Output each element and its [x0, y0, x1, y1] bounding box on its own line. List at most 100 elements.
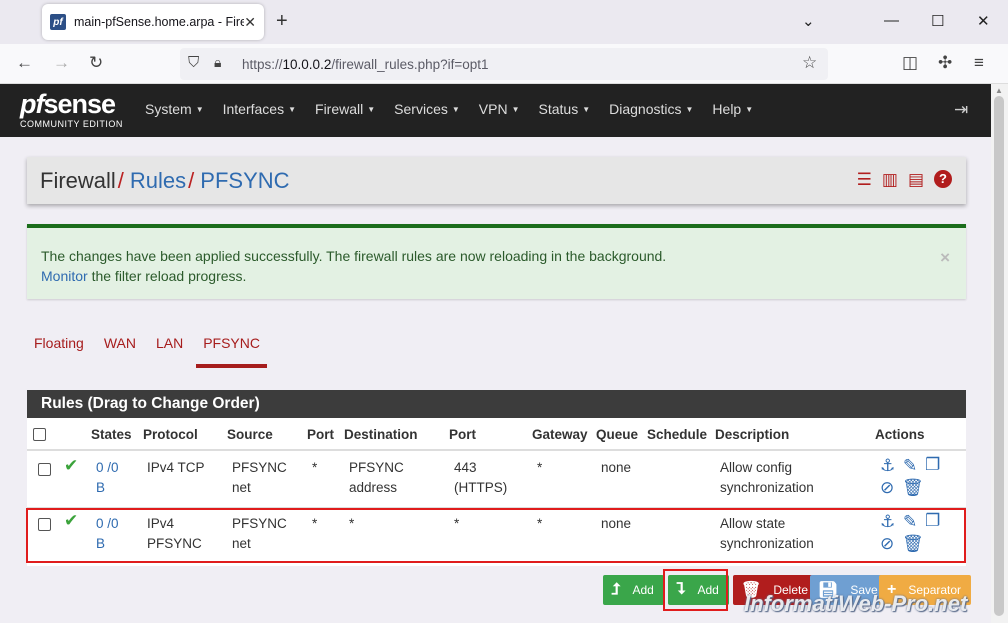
lock-icon[interactable]: 🔒︎	[214, 54, 221, 71]
scrollbar-thumb[interactable]	[994, 96, 1004, 616]
logout-icon[interactable]: ⇥	[954, 100, 968, 120]
menu-system[interactable]: System ▼	[145, 101, 204, 117]
states-link[interactable]: 0 /0 B	[96, 458, 119, 498]
scroll-up-icon[interactable]: ▲	[995, 86, 1003, 95]
close-window-icon[interactable]: ✕	[977, 12, 990, 30]
minimize-icon[interactable]: —	[884, 12, 899, 29]
add-button-highlight-box	[663, 569, 728, 611]
source-port-cell: *	[312, 516, 318, 531]
col-source-port[interactable]: Port	[307, 427, 334, 442]
select-all-checkbox[interactable]	[33, 428, 46, 441]
menu-help[interactable]: Help ▼	[712, 101, 753, 117]
interface-tabs: Floating WAN LAN PFSYNC	[27, 331, 273, 368]
protocol-cell: IPv4 PFSYNC	[147, 516, 202, 551]
breadcrumb-firewall: Firewall	[40, 168, 116, 193]
col-states[interactable]: States	[91, 427, 132, 442]
pfsense-favicon-icon: pf	[50, 14, 66, 30]
source-cell: PFSYNC net	[232, 516, 287, 551]
gateway-cell: *	[537, 516, 543, 531]
reload-icon[interactable]: ↻	[89, 53, 103, 73]
copy-icon[interactable]: ❐	[925, 455, 940, 475]
tab-wan[interactable]: WAN	[97, 331, 143, 368]
queue-cell: none	[601, 516, 632, 531]
menu-interfaces[interactable]: Interfaces ▼	[223, 101, 296, 117]
table-row[interactable]: ✔ 0 /0 B IPv4 TCP PFSYNC net * PFSYNC addre…	[27, 450, 966, 505]
extensions-icon[interactable]: ✣	[938, 53, 952, 73]
delete-trash-icon[interactable]: 🗑︎	[902, 478, 924, 498]
dest-port-cell: 443 (HTTPS)	[454, 460, 508, 495]
source-port-cell: *	[312, 460, 318, 475]
edit-pencil-icon[interactable]: ✎	[903, 456, 917, 476]
pocket-icon[interactable]: ◫	[902, 53, 918, 73]
row-checkbox[interactable]	[38, 463, 51, 476]
pfsense-navbar: pfsense COMMUNITY EDITION System ▼ Interf…	[0, 84, 1008, 137]
alert-text-2: the filter reload progress.	[87, 268, 247, 284]
menu-diagnostics[interactable]: Diagnostics ▼	[609, 101, 693, 117]
col-dest-port[interactable]: Port	[449, 427, 476, 442]
breadcrumb: Firewall/Rules/PFSYNC	[40, 168, 290, 193]
gateway-cell: *	[537, 460, 543, 475]
states-link[interactable]: 0 /0 B	[96, 514, 119, 554]
menu-status[interactable]: Status ▼	[539, 101, 591, 117]
tab-floating[interactable]: Floating	[27, 331, 91, 368]
tab-lan[interactable]: LAN	[149, 331, 190, 368]
col-queue[interactable]: Queue	[596, 427, 638, 442]
col-schedule[interactable]: Schedule	[647, 427, 707, 442]
pfsense-logo[interactable]: pfsense COMMUNITY EDITION	[20, 90, 123, 129]
maximize-icon[interactable]: ☐	[931, 12, 944, 30]
breadcrumb-panel: Firewall/Rules/PFSYNC ☰ ▥ ▤ ?	[27, 157, 966, 204]
menu-firewall[interactable]: Firewall ▼	[315, 101, 375, 117]
sliders-icon[interactable]: ☰	[857, 170, 872, 190]
delete-trash-icon[interactable]: 🗑︎	[902, 534, 924, 554]
list-alt-icon[interactable]: ▤	[908, 170, 924, 190]
breadcrumb-rules[interactable]: Rules	[130, 168, 186, 193]
row-checkbox[interactable]	[38, 518, 51, 531]
close-icon[interactable]: ×	[940, 248, 950, 268]
disable-icon[interactable]: ⊘	[880, 534, 894, 554]
anchor-icon[interactable]: ⚓	[880, 456, 895, 476]
queue-cell: none	[601, 460, 632, 475]
disable-icon[interactable]: ⊘	[880, 478, 894, 498]
description-cell: Allow state synchronization	[720, 516, 814, 551]
shield-icon[interactable]: ⛉	[188, 54, 199, 71]
main-menu: System ▼ Interfaces ▼ Firewall ▼ Services ▼ …	[145, 101, 772, 117]
close-tab-icon[interactable]: ✕	[244, 14, 256, 31]
browser-titlebar: pf main-pfSense.home.arpa - Fire ✕ + ⌄ —…	[0, 0, 1008, 44]
tab-title: main-pfSense.home.arpa - Fire	[74, 15, 244, 29]
help-icon[interactable]: ?	[934, 170, 952, 188]
back-icon[interactable]: ←	[16, 53, 33, 73]
success-alert: The changes have been applied successful…	[27, 224, 966, 299]
url-bar[interactable]: ⛉ 🔒︎ https://10.0.0.2/firewall_rules.php…	[180, 48, 828, 80]
add-top-button[interactable]: ⮥ Add	[603, 575, 664, 605]
anchor-icon[interactable]: ⚓	[880, 512, 895, 532]
pass-check-icon: ✔	[64, 511, 79, 530]
source-cell: PFSYNC net	[232, 460, 287, 495]
tab-pfsync[interactable]: PFSYNC	[196, 331, 267, 368]
description-cell: Allow config synchronization	[720, 460, 814, 495]
col-protocol[interactable]: Protocol	[143, 427, 198, 442]
col-source[interactable]: Source	[227, 427, 273, 442]
arrow-up-icon: ⮥	[611, 581, 621, 598]
monitor-link[interactable]: Monitor	[41, 268, 88, 284]
bar-chart-icon[interactable]: ▥	[882, 170, 898, 190]
forward-icon[interactable]: →	[53, 53, 70, 73]
edit-pencil-icon[interactable]: ✎	[903, 512, 917, 532]
bookmark-star-icon[interactable]: ☆	[802, 53, 817, 73]
new-tab-icon[interactable]: +	[276, 10, 288, 33]
copy-icon[interactable]: ❐	[925, 511, 940, 531]
tab-list-icon[interactable]: ⌄	[802, 12, 815, 30]
dest-port-cell: *	[454, 516, 460, 531]
protocol-cell: IPv4 TCP	[147, 460, 205, 475]
browser-navbar: ← → ↻ ⛉ 🔒︎ https://10.0.0.2/firewall_rul…	[0, 44, 1008, 84]
col-destination[interactable]: Destination	[344, 427, 418, 442]
breadcrumb-pfsync[interactable]: PFSYNC	[200, 168, 289, 193]
menu-icon[interactable]: ≡	[974, 53, 984, 73]
browser-tab[interactable]: pf main-pfSense.home.arpa - Fire ✕	[42, 4, 264, 40]
page-scrollbar[interactable]: ▲	[991, 84, 1008, 623]
table-row[interactable]: ✔ 0 /0 B IPv4 PFSYNC PFSYNC net * * * * non…	[27, 507, 966, 562]
col-gateway[interactable]: Gateway	[532, 427, 588, 442]
menu-vpn[interactable]: VPN ▼	[479, 101, 520, 117]
col-description[interactable]: Description	[715, 427, 789, 442]
menu-services[interactable]: Services ▼	[394, 101, 460, 117]
destination-cell: PFSYNC address	[349, 460, 404, 495]
